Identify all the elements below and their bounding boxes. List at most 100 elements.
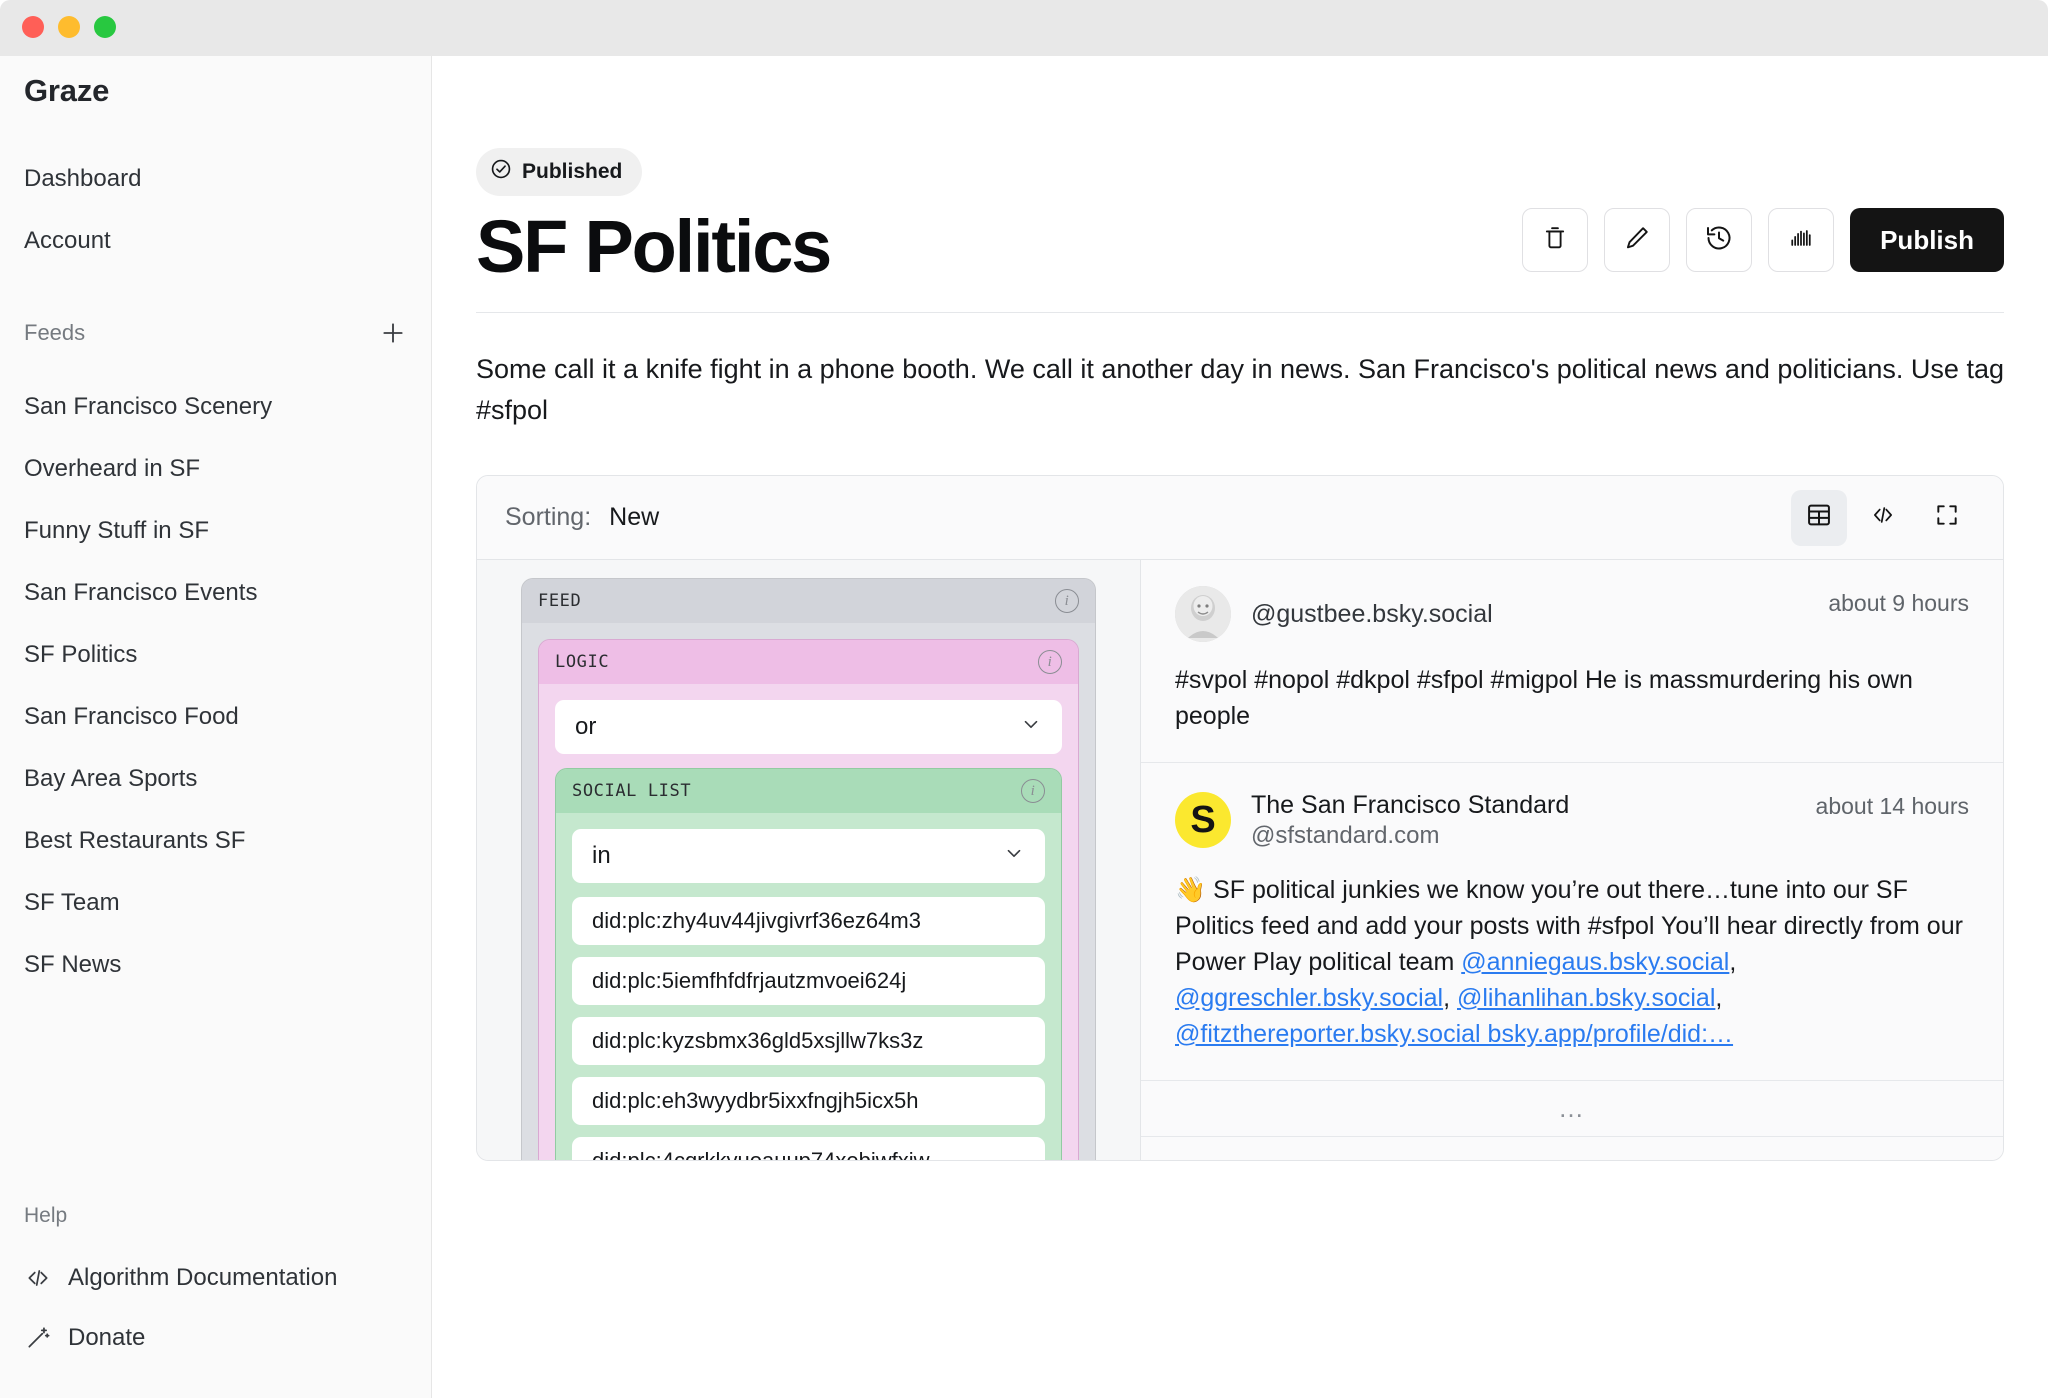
post-display-name: The San Francisco Standard bbox=[1251, 791, 1570, 820]
donate-label: Donate bbox=[68, 1324, 146, 1351]
feed-block-title: FEED bbox=[538, 591, 582, 612]
post-author: @gustbee.bsky.social bbox=[1175, 586, 1493, 643]
preview-split: FEED i LOGIC i or SOCIAL LIST i in did:p… bbox=[477, 560, 2003, 1161]
table-icon bbox=[1805, 501, 1833, 534]
post-handle: @sfstandard.com bbox=[1251, 822, 1440, 850]
post-header: S The San Francisco Standard @sfstandard… bbox=[1175, 789, 1969, 852]
sidebar: Graze Dashboard Account Feeds San Franci… bbox=[0, 56, 432, 1398]
window-titlebar bbox=[0, 0, 2048, 56]
social-list-block-body: in did:plc:zhy4uv44jivgivrf36ez64m3 did:… bbox=[556, 813, 1061, 1161]
sidebar-feed-best-restaurants-sf[interactable]: Best Restaurants SF bbox=[0, 810, 432, 872]
algorithm-builder: FEED i LOGIC i or SOCIAL LIST i in did:p… bbox=[477, 560, 1141, 1161]
sidebar-feed-sf-team[interactable]: SF Team bbox=[0, 872, 432, 934]
feeds-list: San Francisco Scenery Overheard in SF Fu… bbox=[0, 376, 432, 996]
post-item[interactable]: @gustbee.bsky.social about 9 hours #svpo… bbox=[1141, 560, 2003, 764]
avatar: S bbox=[1175, 792, 1231, 849]
feed-posts-pane: @gustbee.bsky.social about 9 hours #svpo… bbox=[1141, 560, 2003, 1161]
social-list-item[interactable]: did:plc:4cqrkkyuoauup74xebiwfxjw bbox=[572, 1137, 1045, 1161]
posts-more-indicator: … bbox=[1141, 1081, 2003, 1137]
expand-icon bbox=[1934, 502, 1960, 533]
edit-feed-button[interactable] bbox=[1604, 208, 1671, 272]
logic-operator-select[interactable]: or bbox=[555, 700, 1062, 755]
sorting-control[interactable]: Sorting: New bbox=[505, 503, 659, 532]
post-item[interactable]: Joe Fitzgerald Rodriguez @fitzthereporte… bbox=[1141, 1137, 2003, 1160]
logic-block: LOGIC i or SOCIAL LIST i in did:plc:zhy4… bbox=[538, 639, 1079, 1161]
publish-button[interactable]: Publish bbox=[1850, 208, 2004, 272]
author-names: The San Francisco Standard @sfstandard.c… bbox=[1251, 789, 1569, 852]
primary-nav: Dashboard Account bbox=[0, 148, 432, 272]
chevron-down-icon bbox=[1020, 713, 1042, 742]
social-list-operator-value: in bbox=[592, 842, 611, 870]
post-timestamp: about 14 hours bbox=[1815, 793, 1969, 820]
post-author: S The San Francisco Standard @sfstandard… bbox=[1175, 789, 1569, 852]
feed-block: FEED i LOGIC i or SOCIAL LIST i in did:p… bbox=[521, 578, 1096, 1161]
social-list-item[interactable]: did:plc:kyzsbmx36gld5xsjllw7ks3z bbox=[572, 1017, 1045, 1066]
logic-operator-value: or bbox=[575, 713, 597, 741]
logic-block-header: LOGIC i bbox=[539, 640, 1078, 685]
social-list-item[interactable]: did:plc:zhy4uv44jivgivrf36ez64m3 bbox=[572, 897, 1045, 946]
pencil-icon bbox=[1623, 224, 1651, 257]
header-divider bbox=[476, 312, 2004, 313]
info-icon[interactable]: i bbox=[1055, 589, 1079, 614]
logic-block-body: or SOCIAL LIST i in did:plc:zhy4uv44jivg… bbox=[539, 684, 1078, 1161]
logic-block-title: LOGIC bbox=[555, 652, 610, 673]
sidebar-feed-sf-politics[interactable]: SF Politics bbox=[0, 624, 432, 686]
sidebar-feed-overheard-in-sf[interactable]: Overheard in SF bbox=[0, 438, 432, 500]
fullscreen-view-toggle[interactable] bbox=[1919, 490, 1975, 546]
add-feed-button[interactable] bbox=[378, 318, 408, 348]
code-view-toggle[interactable] bbox=[1855, 490, 1911, 546]
post-timestamp: about 9 hours bbox=[1828, 590, 1969, 617]
sidebar-item-donate[interactable]: Donate bbox=[0, 1308, 432, 1368]
post-mention-link[interactable]: @ggreschler.bsky.social bbox=[1175, 984, 1443, 1012]
info-icon[interactable]: i bbox=[1038, 650, 1062, 675]
status-badge-label: Published bbox=[522, 160, 623, 183]
social-list-item[interactable]: did:plc:5iemfhfdfrjautzmvoei624j bbox=[572, 957, 1045, 1006]
post-mention-link[interactable]: @fitzthereporter.bsky.social bsky.app/pr… bbox=[1175, 1020, 1733, 1048]
sidebar-item-account[interactable]: Account bbox=[0, 210, 432, 272]
code-icon bbox=[1870, 502, 1896, 533]
maximize-button[interactable] bbox=[94, 16, 116, 38]
help-section: Help Algorithm Documentation Donate bbox=[0, 1204, 432, 1368]
social-list-item[interactable]: did:plc:eh3wyydbr5ixxfngjh5icx5h bbox=[572, 1077, 1045, 1126]
sorting-value: New bbox=[609, 503, 660, 532]
app-window: Graze Dashboard Account Feeds San Franci… bbox=[0, 0, 2048, 1398]
sidebar-feed-san-francisco-events[interactable]: San Francisco Events bbox=[0, 562, 432, 624]
social-list-operator-select[interactable]: in bbox=[572, 829, 1045, 884]
help-section-label: Help bbox=[24, 1204, 68, 1227]
post-item[interactable]: S The San Francisco Standard @sfstandard… bbox=[1141, 763, 2003, 1081]
publish-button-label: Publish bbox=[1880, 224, 1974, 255]
page-header-row: SF Politics Publish bbox=[476, 208, 2004, 286]
post-text: #svpol #nopol #dkpol #sfpol #migpol He i… bbox=[1175, 666, 1913, 731]
sidebar-feed-bay-area-sports[interactable]: Bay Area Sports bbox=[0, 748, 432, 810]
main-content: Published SF Politics Publish Some call … bbox=[432, 56, 2048, 1398]
delete-feed-button[interactable] bbox=[1522, 208, 1589, 272]
view-toggle-group bbox=[1791, 489, 1975, 546]
sidebar-feed-san-francisco-scenery[interactable]: San Francisco Scenery bbox=[0, 376, 432, 438]
code-icon bbox=[24, 1264, 52, 1292]
minimize-button[interactable] bbox=[58, 16, 80, 38]
post-handle: @gustbee.bsky.social bbox=[1251, 600, 1493, 629]
sidebar-item-algorithm-documentation[interactable]: Algorithm Documentation bbox=[0, 1248, 432, 1308]
analytics-button[interactable] bbox=[1768, 208, 1835, 272]
post-mention-link[interactable]: @lihanlihan.bsky.social bbox=[1457, 984, 1715, 1012]
version-history-button[interactable] bbox=[1686, 208, 1753, 272]
close-button[interactable] bbox=[22, 16, 44, 38]
sidebar-feed-sf-news[interactable]: SF News bbox=[0, 934, 432, 996]
history-icon bbox=[1704, 223, 1734, 258]
chevron-down-icon bbox=[1003, 842, 1025, 871]
author-names: @gustbee.bsky.social bbox=[1251, 598, 1493, 630]
avatar bbox=[1175, 586, 1231, 643]
grid-view-toggle[interactable] bbox=[1791, 489, 1847, 546]
sidebar-feed-san-francisco-food[interactable]: San Francisco Food bbox=[0, 686, 432, 748]
social-list-block-title: SOCIAL LIST bbox=[572, 781, 692, 802]
sidebar-item-dashboard[interactable]: Dashboard bbox=[0, 148, 432, 210]
feed-preview-card: Sorting: New FEED i LOGIC i or SOCIAL LI… bbox=[476, 475, 2004, 1162]
info-icon[interactable]: i bbox=[1021, 779, 1045, 804]
social-list-block: SOCIAL LIST i in did:plc:zhy4uv44jivgivr… bbox=[555, 768, 1062, 1161]
feed-block-body: LOGIC i or SOCIAL LIST i in did:plc:zhy4… bbox=[522, 623, 1095, 1161]
sidebar-feed-funny-stuff-in-sf[interactable]: Funny Stuff in SF bbox=[0, 500, 432, 562]
post-mention-link[interactable]: @anniegaus.bsky.social bbox=[1461, 948, 1729, 976]
status-badge: Published bbox=[476, 148, 643, 196]
feeds-section-label: Feeds bbox=[24, 320, 86, 345]
app-brand: Graze bbox=[24, 73, 110, 108]
